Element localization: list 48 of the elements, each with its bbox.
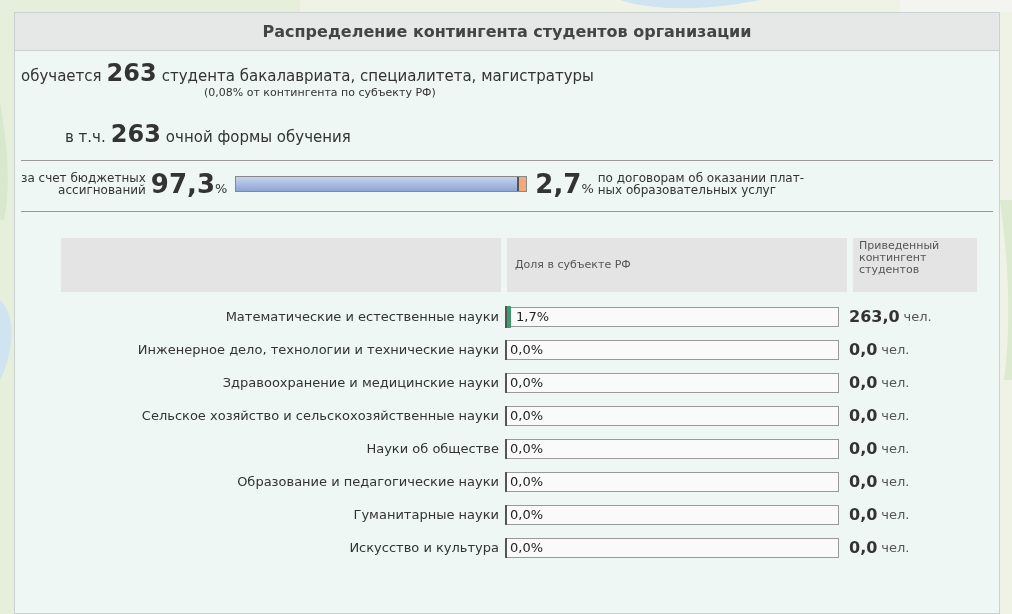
- share-value: 0,0%: [510, 407, 544, 426]
- paid-label: ных образовательных услуг: [597, 184, 777, 196]
- share-value: 0,0%: [510, 539, 544, 558]
- count-unit: чел.: [881, 440, 910, 459]
- count-unit: чел.: [881, 407, 910, 426]
- budget-label: ассигнований: [58, 184, 146, 196]
- count-unit: чел.: [881, 539, 910, 558]
- category-label: Сельское хозяйство и сельскохозяйственные науки: [140, 407, 500, 426]
- summary-note: (0,08% от контингента по субъекту РФ): [204, 86, 437, 98]
- category-label: Искусство и культура: [348, 539, 500, 558]
- count-unit: чел.: [881, 473, 910, 492]
- category-label: Инженерное дело, технологии и технические науки: [136, 341, 500, 360]
- student-count: 0,0: [849, 372, 878, 394]
- fulltime-text: очной формы обучения: [165, 126, 351, 148]
- count-unit: чел.: [903, 308, 932, 327]
- count-unit: чел.: [881, 341, 910, 360]
- fulltime-prefix: в т.ч.: [65, 126, 106, 148]
- share-value: 0,0%: [510, 341, 544, 360]
- count-unit: чел.: [881, 374, 910, 393]
- paid-label: по договорам об оказании плат-: [597, 172, 804, 184]
- table-header-cell: Приведенный контингент студентов: [853, 238, 977, 292]
- count-unit: чел.: [881, 506, 910, 525]
- student-count: 263,0: [849, 306, 900, 328]
- category-label: Науки об обществе: [365, 440, 500, 459]
- paid-percent: 2,7%: [535, 171, 594, 197]
- category-label: Математические и естественные науки: [224, 308, 500, 327]
- share-value: 0,0%: [510, 374, 544, 393]
- panel-title: Распределение контингента студентов организации: [15, 13, 999, 51]
- summary-prefix: обучается: [21, 66, 102, 87]
- student-count: 0,0: [849, 438, 878, 460]
- student-count: 0,0: [849, 504, 878, 526]
- share-value: 0,0%: [510, 440, 544, 459]
- student-count: 0,0: [849, 471, 878, 493]
- category-label: Здравоохранение и медицинские науки: [221, 374, 500, 393]
- category-label: Гуманитарные науки: [352, 506, 500, 525]
- summary-text: студента бакалавриата, специалитета, магистратуры: [161, 67, 594, 86]
- summary-count: 263: [106, 61, 157, 85]
- student-count: 0,0: [849, 405, 878, 427]
- budget-percent: 97,3%: [150, 171, 228, 197]
- table-header-cell: Доля в субъекте РФ: [507, 238, 847, 292]
- category-label: Образование и педагогические науки: [236, 473, 500, 492]
- fulltime-count: 263: [110, 121, 161, 146]
- student-count: 0,0: [849, 339, 878, 361]
- budget-label: за счет бюджетных: [21, 172, 146, 184]
- share-value: 1,7%: [516, 308, 550, 327]
- share-value: 0,0%: [510, 473, 544, 492]
- student-count: 0,0: [849, 537, 878, 559]
- share-value: 0,0%: [510, 506, 544, 525]
